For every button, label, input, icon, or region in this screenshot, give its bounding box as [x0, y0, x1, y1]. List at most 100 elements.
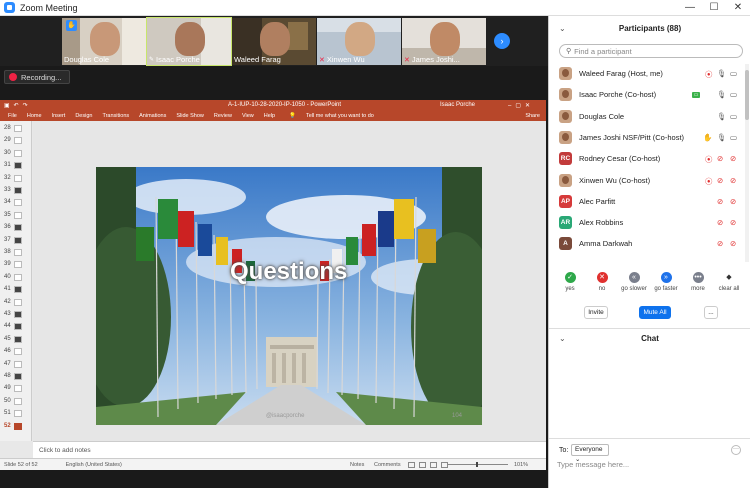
slide-thumbnail[interactable]: 29	[0, 135, 30, 146]
slide-thumbnail[interactable]: 42	[0, 297, 30, 308]
mic-muted-icon[interactable]: ⊘	[717, 154, 723, 163]
slide-thumbnail[interactable]: 44	[0, 321, 30, 332]
minimize-button[interactable]: —	[678, 2, 702, 13]
video-off-icon[interactable]: ⊘	[730, 154, 736, 163]
ribbon-tab-animations[interactable]: Animations	[139, 113, 166, 119]
mic-muted-icon[interactable]: ⊘	[717, 197, 723, 206]
slide-thumbnail[interactable]: 37	[0, 235, 30, 246]
participant-scrollbar[interactable]	[745, 64, 749, 262]
video-off-icon[interactable]: ⊘	[730, 218, 736, 227]
ribbon-tab-file[interactable]: File	[8, 113, 17, 119]
slide-thumbnail[interactable]: 40	[0, 272, 30, 283]
slide-thumbnail[interactable]: 46	[0, 346, 30, 357]
slide-thumbnail[interactable]: 33	[0, 185, 30, 196]
participant-row[interactable]: James Joshi NSF/Pitt (Co-host) ✋ 🎙 ▭	[549, 127, 745, 148]
chat-recipient-select[interactable]: Everyone ⌄	[571, 444, 609, 463]
video-off-icon[interactable]: ⊘	[730, 176, 736, 185]
mic-icon[interactable]: 🎙	[717, 133, 727, 142]
chevron-down-icon[interactable]: ⌄	[559, 24, 566, 33]
mic-muted-icon[interactable]: ⊘	[717, 239, 723, 248]
save-icon[interactable]: ▣	[4, 102, 10, 109]
invite-button[interactable]: Invite	[584, 306, 608, 319]
participant-row[interactable]: AP Alec Parfitt ⊘ ⊘	[549, 191, 745, 212]
zoom-percentage[interactable]: 101%	[514, 462, 528, 468]
slide-sorter-icon[interactable]	[419, 461, 426, 468]
participant-row[interactable]: Isaac Porche (Co-host) ▭ 🎙 ▭	[549, 84, 745, 105]
video-off-icon[interactable]: ⊘	[730, 197, 736, 206]
mic-icon[interactable]: 🎙	[717, 90, 727, 99]
reaction-go-slower[interactable]: « go slower	[619, 272, 649, 292]
participant-search[interactable]: ⚲	[559, 44, 743, 58]
slide-thumbnail[interactable]: 34	[0, 197, 30, 208]
video-icon[interactable]: ▭	[730, 69, 737, 78]
chat-more-button[interactable]: ···	[731, 445, 741, 455]
video-off-icon[interactable]: ⊘	[730, 239, 736, 248]
undo-icon[interactable]: ↶	[14, 102, 19, 109]
status-comments-button[interactable]: Comments	[374, 462, 401, 468]
more-options-button[interactable]: ...	[704, 306, 718, 319]
ribbon-tab-view[interactable]: View	[242, 113, 254, 119]
normal-view-icon[interactable]	[408, 461, 415, 468]
scrollbar-thumb[interactable]	[745, 70, 749, 120]
slide-thumbnail[interactable]: 36	[0, 222, 30, 233]
slide-thumbnail[interactable]: 52	[0, 421, 30, 432]
video-tile-xinwen-wu[interactable]: ✕ Xinwen Wu	[317, 18, 401, 65]
close-button[interactable]: ✕	[726, 2, 750, 13]
video-icon[interactable]: ▭	[730, 133, 737, 142]
slide-thumbnail[interactable]: 47	[0, 359, 30, 370]
ribbon-tab-slide-show[interactable]: Slide Show	[176, 113, 204, 119]
chevron-down-icon[interactable]: ⌄	[559, 334, 566, 343]
mic-muted-icon[interactable]: ⊘	[717, 218, 723, 227]
share-button[interactable]: Share	[525, 113, 540, 119]
ppt-window-controls[interactable]: –▢✕	[508, 102, 534, 109]
slide-thumbnail[interactable]: 35	[0, 210, 30, 221]
current-slide[interactable]: Questions @isaacporche 104	[96, 167, 482, 425]
slide-editing-canvas[interactable]: Questions @isaacporche 104	[33, 121, 546, 441]
slide-thumbnail[interactable]: 45	[0, 334, 30, 345]
slide-thumbnail[interactable]: 41	[0, 284, 30, 295]
video-icon[interactable]: ▭	[730, 112, 737, 121]
participant-row[interactable]: Waleed Farag (Host, me) ⦿ 🎙 ▭	[549, 63, 745, 84]
video-tile-isaac-porche[interactable]: ✎ Isaac Porche	[146, 17, 232, 66]
slide-thumbnail[interactable]: 48	[0, 371, 30, 382]
slide-thumbnail[interactable]: 51	[0, 408, 30, 419]
ribbon-tab-home[interactable]: Home	[27, 113, 42, 119]
maximize-button[interactable]: ☐	[702, 2, 726, 13]
slide-thumbnail-pane[interactable]: 28 29 30 31 32 33 34 35 36 37 38 39 40 41 42 43 44 45 46 47…	[0, 121, 32, 441]
video-icon[interactable]: ▭	[730, 90, 737, 99]
chat-message-input[interactable]	[557, 460, 737, 469]
search-input[interactable]	[574, 46, 735, 56]
slide-thumbnail[interactable]: 38	[0, 247, 30, 258]
slide-thumbnail[interactable]: 31	[0, 160, 30, 171]
status-language[interactable]: English (United States)	[66, 462, 122, 468]
slide-notes-field[interactable]: Click to add notes	[33, 441, 546, 458]
ribbon-tab-transitions[interactable]: Transitions	[102, 113, 129, 119]
video-tile-waleed-farag[interactable]: Waleed Farag	[232, 18, 316, 65]
chevron-right-icon[interactable]: ›	[494, 33, 510, 49]
slide-thumbnail[interactable]: 50	[0, 396, 30, 407]
mic-muted-icon[interactable]: ⊘	[717, 176, 723, 185]
slide-thumbnail[interactable]: 39	[0, 259, 30, 270]
participant-row[interactable]: Douglas Cole 🎙 ▭	[549, 106, 745, 127]
slideshow-view-icon[interactable]	[441, 461, 448, 468]
participant-row[interactable]: A Amma Darkwah ⊘ ⊘	[549, 233, 745, 254]
reaction-go-faster[interactable]: » go faster	[651, 272, 681, 292]
mic-icon[interactable]: 🎙	[717, 112, 727, 121]
ppt-user-name[interactable]: Isaac Porche	[440, 102, 475, 108]
participant-row[interactable]: AR Alex Robbins ⊘ ⊘	[549, 212, 745, 233]
ribbon-tab-design[interactable]: Design	[75, 113, 92, 119]
slide-thumbnail[interactable]: 30	[0, 148, 30, 159]
reaction-clear-all[interactable]: ◆ clear all	[714, 272, 744, 292]
zoom-slider[interactable]	[448, 462, 508, 467]
ribbon-tab-insert[interactable]: Insert	[52, 113, 66, 119]
tell-me-search[interactable]: Tell me what you want to do	[306, 113, 374, 119]
mic-icon[interactable]: 🎙	[717, 69, 727, 78]
redo-icon[interactable]: ↷	[23, 102, 28, 109]
reaction-more[interactable]: ••• more	[683, 272, 713, 292]
participant-row[interactable]: RC Rodney Cesar (Co-host) ⦿ ⊘ ⊘	[549, 148, 745, 169]
status-notes-button[interactable]: Notes	[350, 462, 364, 468]
recording-indicator[interactable]: Recording...	[4, 70, 70, 84]
slide-thumbnail[interactable]: 32	[0, 173, 30, 184]
reaction-yes[interactable]: ✓ yes	[555, 272, 585, 292]
participant-row[interactable]: Xinwen Wu (Co-host) ⦿ ⊘ ⊘	[549, 170, 745, 191]
